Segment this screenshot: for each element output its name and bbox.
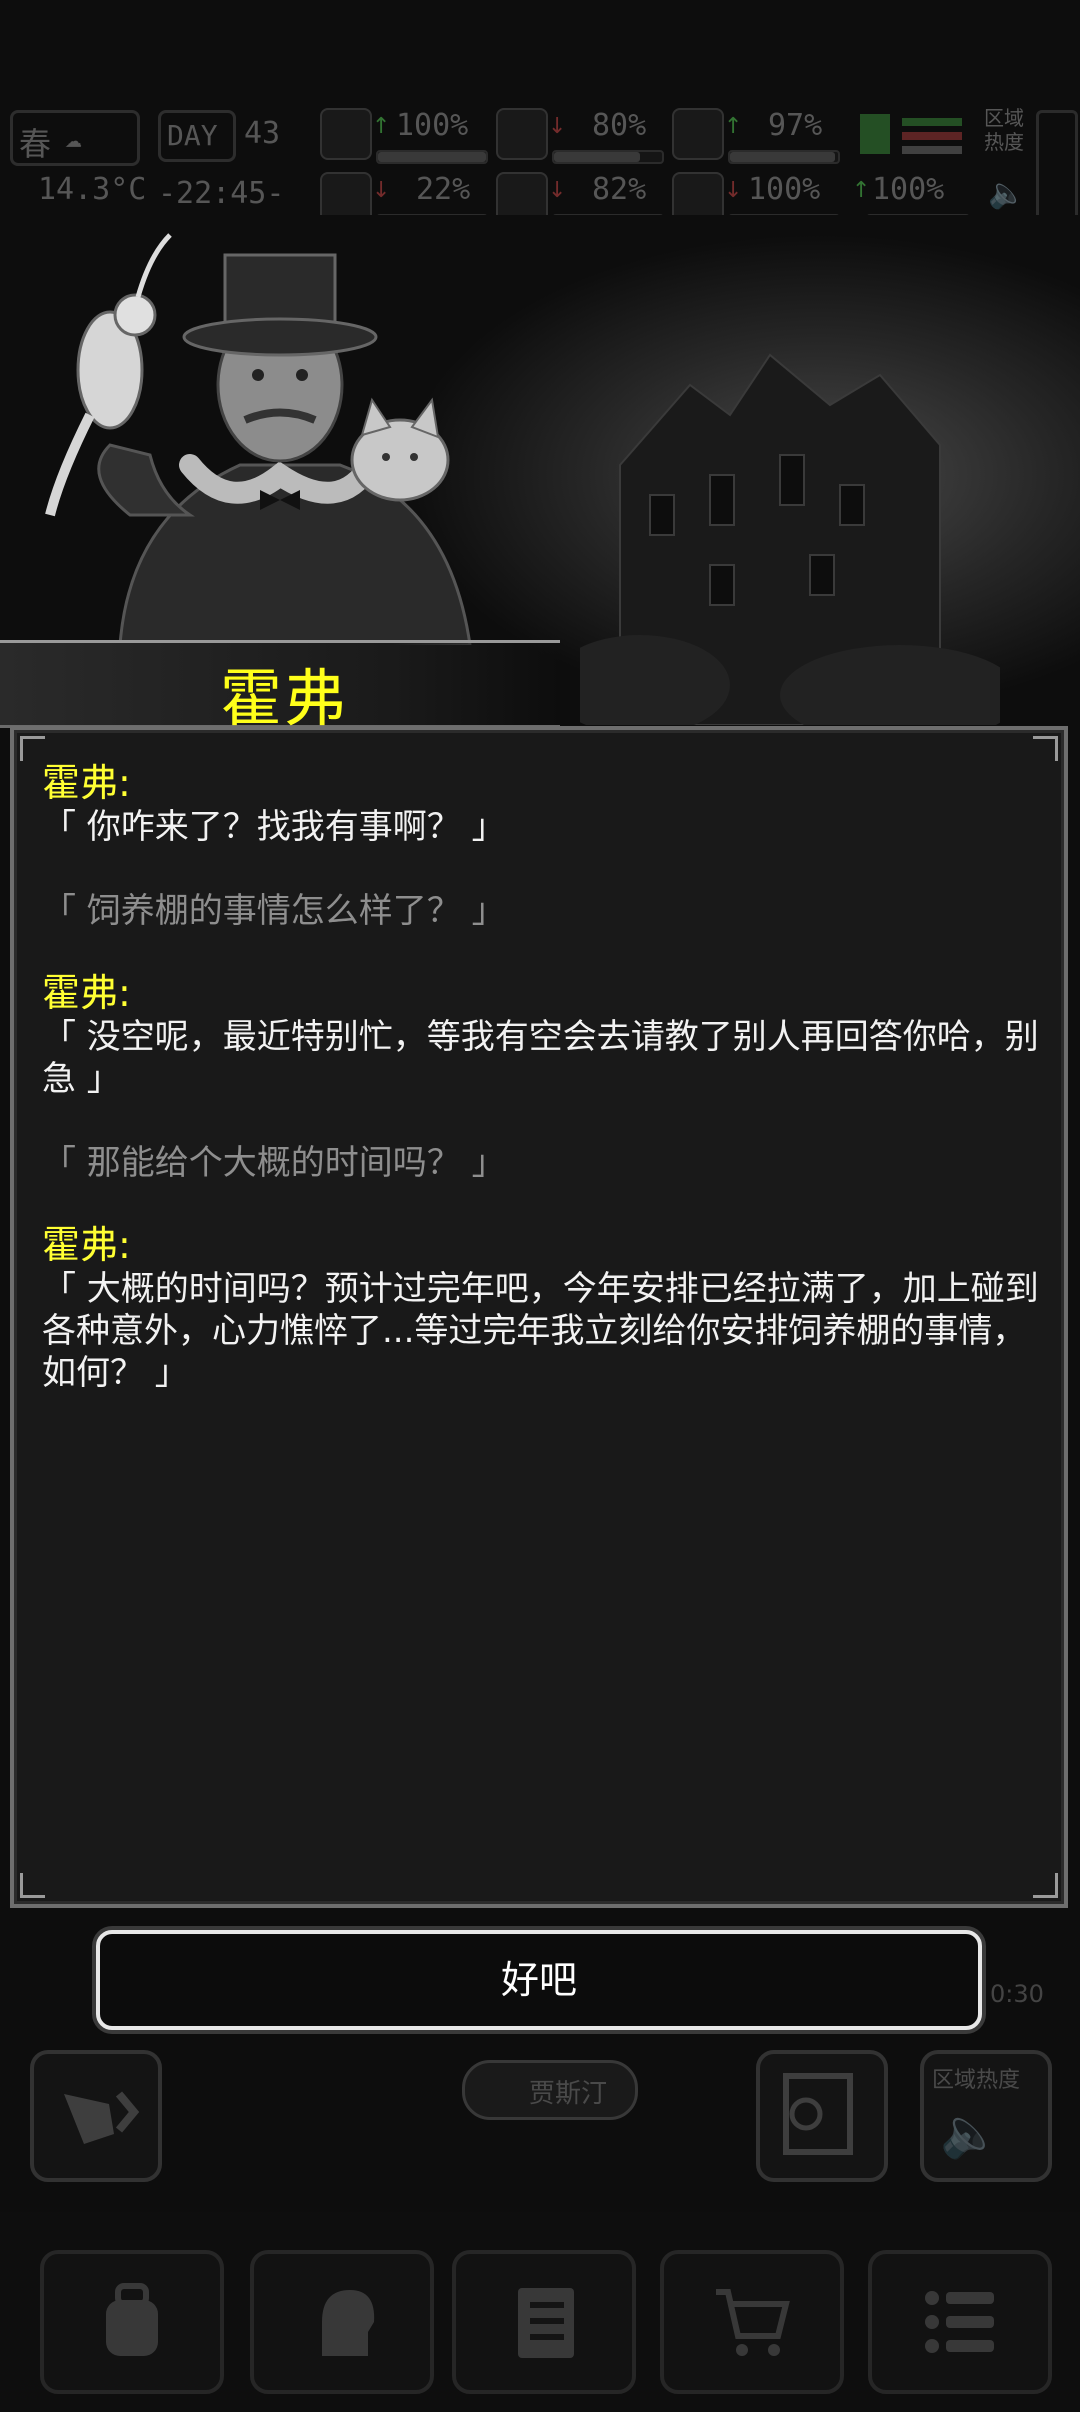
npc-line: 「 没空呢，最近特别忙，等我有空会去请教了别人再回答你哈，别急 」 xyxy=(42,1017,1039,1099)
backpack-icon xyxy=(106,2283,158,2356)
speaker-icon[interactable]: 🔈 xyxy=(988,176,1025,211)
region-heat-label: 区域 热度 xyxy=(984,106,1024,154)
medkit-icon xyxy=(320,108,372,160)
npc-line: 「 大概的时间吗？预计过完年吧，今年安排已经拉满了，加上碰到各种意外，心力憔悴了… xyxy=(42,1269,1039,1393)
dialog-log: 霍弗: 「 你咋来了？找我有事啊？ 」 「 饲养棚的事情怎么样了？ 」 霍弗: … xyxy=(42,760,1042,1394)
stat-hunger: ↓ 80% xyxy=(496,108,666,164)
dialog-entry: 霍弗: 「 没空呢，最近特别忙，等我有空会去请教了别人再回答你哈，别急 」 xyxy=(42,970,1042,1100)
dialog-entry: 「 那能给个大概的时间吗？ 」 xyxy=(42,1142,1042,1184)
region-heat-button[interactable]: 区域热度 🔈 xyxy=(920,2050,1052,2182)
corner-ornament xyxy=(20,1873,45,1898)
stat-bar xyxy=(728,150,840,164)
nav-backpack[interactable] xyxy=(40,2250,224,2394)
medical-file-button[interactable] xyxy=(756,2050,888,2182)
npc-tag-label: 贾斯汀 xyxy=(529,2079,608,2109)
nav-menu[interactable] xyxy=(868,2250,1052,2394)
npc-name: 霍弗 xyxy=(220,662,349,735)
clock: -22:45- xyxy=(158,176,285,211)
temperature-value: 14.3°C xyxy=(38,172,147,207)
stat-mood: ↑ 97% xyxy=(672,108,842,164)
pill-icon xyxy=(672,108,724,160)
arrow-down-icon: ↓ xyxy=(372,178,391,203)
status-hud: 春 ☁ 14.3°C DAY 43 -22:45- ↑ 100% ↓ 80% ↑… xyxy=(0,100,1080,230)
speaker-icon: 🔈 xyxy=(940,2105,1000,2161)
shopping-cart-icon xyxy=(716,2289,790,2356)
stat-value: 22% xyxy=(416,172,471,207)
arrow-up-icon: ↑ xyxy=(852,178,871,203)
npc-line: 「 你咋来了？找我有事啊？ 」 xyxy=(42,807,506,847)
notebook-icon xyxy=(518,2288,574,2358)
dialog-entry: 「 饲养棚的事情怎么样了？ 」 xyxy=(42,890,1042,932)
stat-bar xyxy=(552,150,664,164)
speaker-name: 霍弗: xyxy=(42,971,131,1015)
list-menu-icon xyxy=(925,2291,994,2353)
pointer-hand-icon xyxy=(64,2091,140,2144)
arrow-down-icon: ↓ xyxy=(548,178,567,203)
timer: 0:30 xyxy=(990,1980,1044,2008)
nav-journal[interactable] xyxy=(452,2250,636,2394)
stat-value: 100% xyxy=(396,108,469,143)
day-label-box: DAY xyxy=(158,110,236,162)
speaker-name: 霍弗: xyxy=(42,1223,131,1267)
region-heat-button-label: 区域热度 xyxy=(932,2068,1021,2093)
confirm-button[interactable]: 好吧 xyxy=(96,1930,982,2030)
corner-ornament xyxy=(1033,1873,1058,1898)
arrow-down-icon: ↓ xyxy=(724,178,743,203)
player-line: 「 饲养棚的事情怎么样了？ 」 xyxy=(42,891,506,931)
season-box: 春 ☁ xyxy=(10,110,140,166)
arrow-up-icon: ↑ xyxy=(372,114,391,139)
brain-head-icon xyxy=(322,2290,375,2356)
speaker-name: 霍弗: xyxy=(42,761,131,805)
nav-skills[interactable] xyxy=(250,2250,434,2394)
stat-value: 82% xyxy=(592,172,647,207)
document-plus-icon xyxy=(783,2073,853,2155)
stat-value: 80% xyxy=(592,108,647,143)
region-heat-meter xyxy=(1036,110,1078,226)
dialog-entry: 霍弗: 「 大概的时间吗？预计过完年吧，今年安排已经拉满了，加上碰到各种意外，心… xyxy=(42,1222,1042,1394)
nav-shop[interactable] xyxy=(660,2250,844,2394)
season-label: 春 xyxy=(19,125,52,163)
stat-bar xyxy=(376,150,488,164)
stat-value: 100% xyxy=(748,172,821,207)
stat-value: 100% xyxy=(872,172,945,207)
day-number: 43 xyxy=(244,116,281,151)
dialog-panel: 霍弗: 「 你咋来了？找我有事啊？ 」 「 饲养棚的事情怎么样了？ 」 霍弗: … xyxy=(10,726,1068,1908)
temperature-box: 14.3°C xyxy=(10,166,146,216)
corner-ornament xyxy=(20,736,45,761)
player-line: 「 那能给个大概的时间吗？ 」 xyxy=(42,1143,506,1183)
stomach-icon xyxy=(496,108,548,160)
day-label: DAY xyxy=(167,119,218,152)
leaf-icon: ☁ xyxy=(65,121,82,154)
stat-health: ↑ 100% xyxy=(320,108,490,164)
arrow-up-icon: ↑ xyxy=(724,114,743,139)
tap-action-button[interactable] xyxy=(30,2050,162,2182)
bottom-nav xyxy=(0,2212,1080,2412)
weather-flag-icon xyxy=(860,110,970,160)
corner-ornament xyxy=(1033,736,1058,761)
npc-tag[interactable]: 贾斯汀 xyxy=(462,2060,638,2120)
npc-portrait xyxy=(45,233,472,645)
stat-value: 97% xyxy=(768,108,823,143)
arrow-down-icon: ↓ xyxy=(548,114,567,139)
dialog-entry: 霍弗: 「 你咋来了？找我有事啊？ 」 xyxy=(42,760,1042,848)
ruins-background xyxy=(580,353,1000,725)
